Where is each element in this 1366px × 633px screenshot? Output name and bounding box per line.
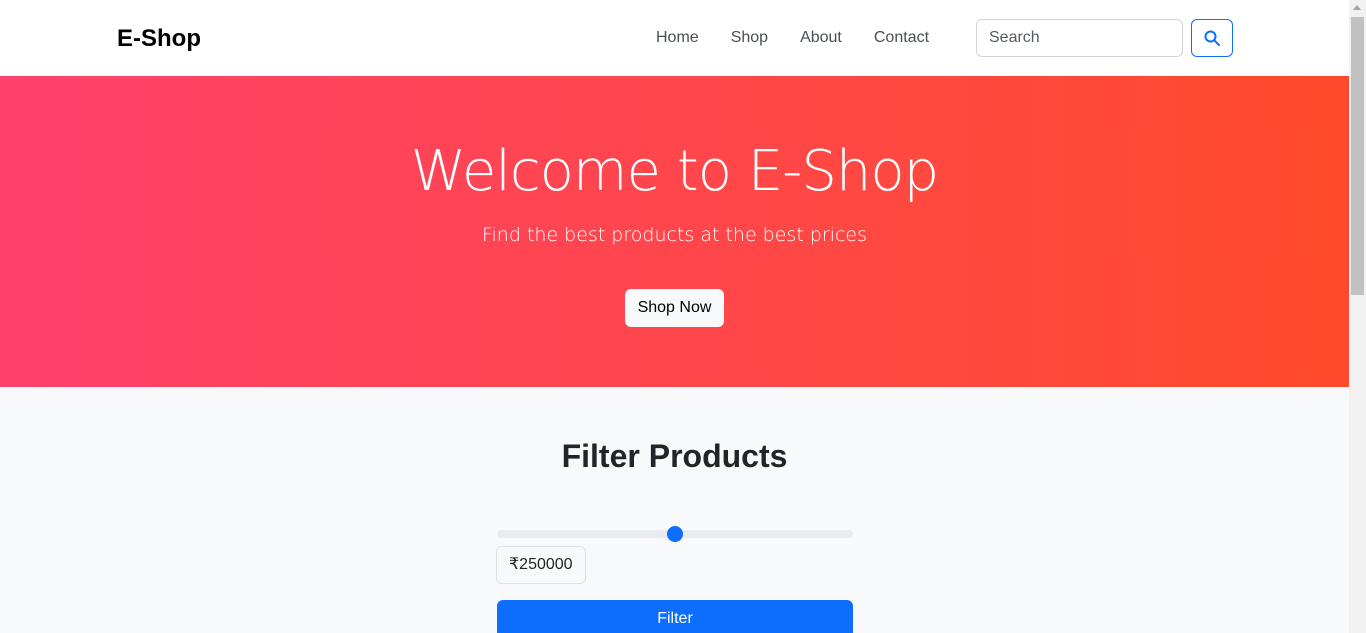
- filter-title: Filter Products: [561, 438, 788, 474]
- search-icon: [1204, 30, 1220, 46]
- nav-link-about[interactable]: About: [784, 27, 858, 49]
- price-range-thumb[interactable]: [667, 526, 683, 542]
- price-value-display: ₹250000: [496, 546, 586, 584]
- nav-link-home[interactable]: Home: [640, 27, 715, 49]
- hero-banner: Welcome to E-Shop Find the best products…: [0, 76, 1349, 387]
- nav-links: Home Shop About Contact: [640, 27, 945, 49]
- hero-title: Welcome to E-Shop: [410, 139, 939, 204]
- hero-subtitle: Find the best products at the best price…: [481, 224, 868, 246]
- price-range-slider[interactable]: [497, 526, 853, 542]
- nav-link-shop[interactable]: Shop: [715, 27, 784, 49]
- vertical-scrollbar[interactable]: [1349, 0, 1366, 633]
- shop-now-button[interactable]: Shop Now: [625, 289, 724, 327]
- brand-logo[interactable]: E-Shop: [117, 24, 201, 54]
- filter-button[interactable]: Filter: [497, 600, 853, 633]
- search-button[interactable]: [1191, 19, 1233, 57]
- scroll-up-arrow-icon[interactable]: [1353, 5, 1361, 10]
- page: E-Shop Home Shop About Contact Welcome t…: [0, 0, 1349, 633]
- search-input[interactable]: [976, 19, 1183, 57]
- scroll-thumb[interactable]: [1351, 17, 1364, 295]
- navbar: E-Shop Home Shop About Contact: [0, 0, 1349, 76]
- nav-link-contact[interactable]: Contact: [858, 27, 945, 49]
